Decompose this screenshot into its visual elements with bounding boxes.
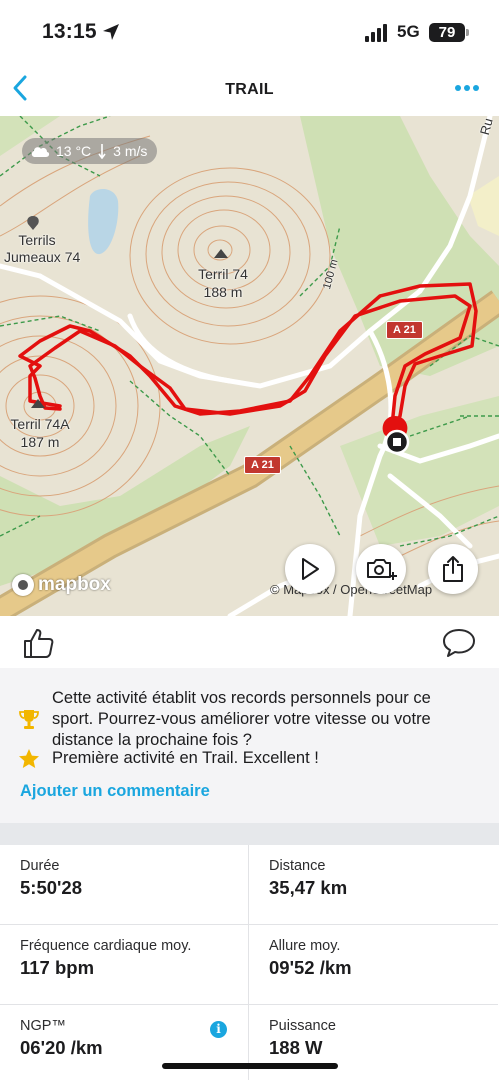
- personal-records-panel: Cette activité établit vos records perso…: [0, 668, 499, 823]
- mapbox-logo-icon: [12, 574, 34, 596]
- status-time: 13:15: [42, 20, 97, 43]
- battery-icon: 79: [429, 23, 465, 42]
- road-shield-a21: A 21: [386, 321, 423, 339]
- temperature: 13 °C: [56, 143, 92, 159]
- stat-value: 117 bpm: [20, 957, 95, 978]
- share-button[interactable]: [428, 544, 478, 594]
- record-text: Première activité en Trail. Excellent !: [52, 749, 319, 767]
- stat-avg-pace: Allure moy. 09'52 /km: [249, 925, 498, 1005]
- add-comment-link[interactable]: Ajouter un commentaire: [20, 782, 210, 801]
- stat-avg-heart-rate: Fréquence cardiaque moy. 117 bpm: [0, 925, 249, 1005]
- stat-value: 06'20 /km: [20, 1037, 103, 1058]
- activity-stats-grid: Durée 5:50'28 Distance 35,47 km Fréquenc…: [0, 845, 499, 1080]
- mapbox-logo: mapbox: [12, 574, 111, 596]
- like-thumbs-up-icon[interactable]: [22, 626, 56, 660]
- peak-icon: [31, 399, 45, 408]
- trophy-icon: [19, 710, 39, 729]
- record-item: Cette activité établit vos records perso…: [18, 688, 488, 752]
- stat-label: Distance: [269, 858, 326, 874]
- add-photo-button[interactable]: [356, 544, 406, 594]
- nav-bar: TRAIL: [0, 64, 499, 116]
- wind-icon: [98, 144, 106, 159]
- page-title: TRAIL: [225, 81, 274, 98]
- stat-value: 35,47 km: [269, 877, 348, 898]
- label-terril-74-altitude: 188 m: [203, 284, 243, 300]
- home-indicator[interactable]: [162, 1063, 338, 1069]
- stat-label: Puissance: [269, 1018, 336, 1034]
- stat-value: 188 W: [269, 1037, 323, 1058]
- label-terril-74a-altitude: 187 m: [20, 434, 60, 450]
- stat-label: Durée: [20, 858, 60, 874]
- stat-label: NGP™: [20, 1018, 66, 1034]
- signal-icon: [365, 24, 387, 42]
- section-divider: [0, 823, 499, 845]
- status-bar: 13:15 5G 79: [0, 0, 499, 64]
- label-terril-74a: Terril 74A: [10, 416, 70, 432]
- battery-cap: [466, 29, 469, 36]
- add-photo-icon: [367, 559, 397, 580]
- social-actions: [0, 616, 499, 668]
- stat-value: 09'52 /km: [269, 957, 352, 978]
- stat-label: Allure moy.: [269, 938, 341, 954]
- stat-label: Fréquence cardiaque moy.: [20, 938, 192, 954]
- play-icon: [302, 558, 319, 580]
- road-shield-a21: A 21: [244, 456, 281, 474]
- record-item: Première activité en Trail. Excellent !: [18, 748, 488, 772]
- mapbox-logo-text: mapbox: [38, 574, 111, 595]
- star-icon: [19, 749, 39, 768]
- label-terrils-jumeaux: Terrils Jumeaux 74: [4, 232, 80, 265]
- more-options-icon[interactable]: [452, 78, 482, 98]
- stat-distance: Distance 35,47 km: [249, 845, 498, 925]
- route-map[interactable]: 13 °C 3 m/s Terrils Jumeaux 74 Terril 74…: [0, 116, 499, 616]
- comment-bubble-icon[interactable]: [442, 627, 476, 659]
- location-arrow-icon: [103, 24, 119, 40]
- label-terril-74: Terril 74: [198, 266, 248, 282]
- info-icon[interactable]: i: [210, 1021, 227, 1038]
- network-type: 5G: [397, 22, 420, 41]
- stat-duration: Durée 5:50'28: [0, 845, 249, 925]
- weather-chip: 13 °C 3 m/s: [22, 138, 158, 164]
- peak-icon: [214, 249, 228, 258]
- share-icon: [443, 556, 463, 582]
- stat-value: 5:50'28: [20, 877, 83, 898]
- weather-cloud-icon: [31, 147, 50, 157]
- map-canvas: [0, 116, 499, 616]
- play-replay-button[interactable]: [285, 544, 335, 594]
- record-text: Cette activité établit vos records perso…: [52, 689, 431, 749]
- wind-speed: 3 m/s: [113, 143, 148, 159]
